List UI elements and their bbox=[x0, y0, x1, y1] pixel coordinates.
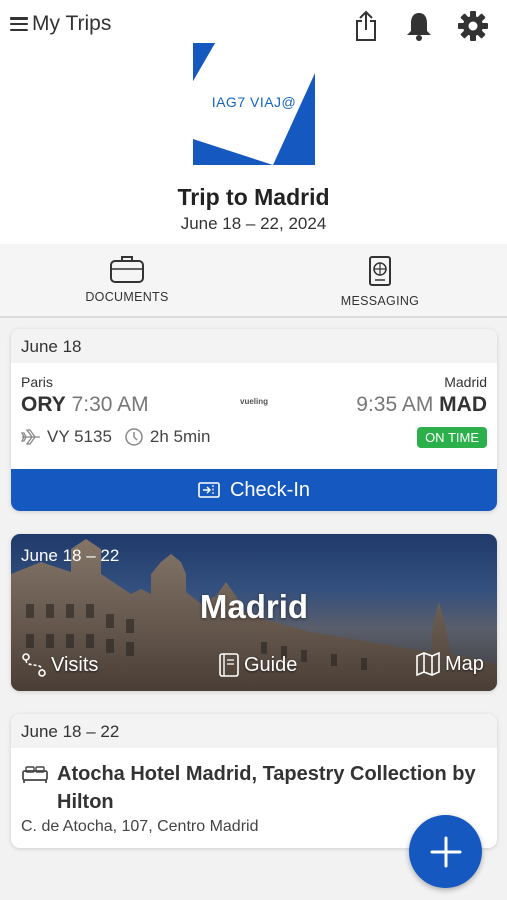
check-in-button[interactable]: Check-In bbox=[11, 469, 497, 511]
tab-bar: DOCUMENTS MESSAGING bbox=[0, 244, 507, 318]
map-button[interactable]: Map bbox=[415, 652, 484, 676]
origin-code: ORY bbox=[21, 393, 66, 416]
briefcase-icon bbox=[110, 256, 144, 283]
top-header: My Trips IAG7 VIAJ@ Trip to Madrid June … bbox=[0, 0, 507, 244]
departure-time: 7:30 AM bbox=[71, 393, 149, 416]
visits-button[interactable]: Visits bbox=[21, 652, 98, 678]
hotel-name: Atocha Hotel Madrid, Tapestry Collection… bbox=[57, 763, 476, 813]
flight-date: June 18 bbox=[11, 329, 497, 363]
passport-icon bbox=[369, 256, 391, 286]
bed-icon bbox=[22, 766, 48, 783]
clock-icon bbox=[125, 428, 143, 446]
map-icon bbox=[416, 652, 440, 676]
destination-card[interactable]: June 18 – 22 Madrid Visits Guide Map bbox=[11, 534, 497, 691]
guide-label: Guide bbox=[244, 653, 298, 676]
tab-messaging[interactable]: MESSAGING bbox=[300, 254, 460, 308]
trip-dates: June 18 – 22, 2024 bbox=[180, 214, 327, 233]
guidebook-icon bbox=[219, 653, 239, 677]
agency-logo: IAG7 VIAJ@ bbox=[193, 43, 315, 165]
airline-logo: vueling bbox=[240, 397, 269, 406]
gear-icon[interactable] bbox=[456, 8, 490, 44]
bell-icon[interactable] bbox=[402, 8, 436, 44]
hotel-dates: June 18 – 22 bbox=[11, 714, 497, 748]
status-badge: ON TIME bbox=[417, 427, 487, 448]
flight-number: VY 5135 bbox=[47, 427, 112, 446]
plane-icon bbox=[21, 429, 40, 445]
boarding-pass-icon bbox=[198, 482, 220, 498]
flight-card[interactable]: June 18 Paris Madrid ORY 7:30 AM vueling… bbox=[11, 329, 497, 511]
origin-city: Paris bbox=[21, 374, 53, 390]
menu-label: My Trips bbox=[32, 12, 112, 35]
arrival-time: 9:35 AM bbox=[356, 393, 434, 416]
my-trips-menu-button[interactable]: My Trips bbox=[10, 12, 111, 36]
destination-code: MAD bbox=[439, 393, 487, 416]
hamburger-icon bbox=[10, 17, 28, 31]
share-icon[interactable] bbox=[349, 8, 383, 44]
flight-duration: 2h 5min bbox=[149, 427, 211, 446]
map-label: Map bbox=[445, 652, 484, 675]
tab-documents[interactable]: DOCUMENTS bbox=[47, 254, 207, 304]
route-icon bbox=[22, 653, 46, 677]
page-title: Trip to Madrid bbox=[177, 184, 330, 210]
check-in-label: Check-In bbox=[229, 478, 311, 501]
visits-label: Visits bbox=[51, 653, 99, 676]
destination-dates: June 18 – 22 bbox=[21, 546, 120, 565]
plus-icon bbox=[430, 836, 461, 867]
tab-messaging-label: MESSAGING bbox=[340, 294, 420, 308]
destination-city-name: Madrid bbox=[199, 588, 309, 625]
tab-documents-label: DOCUMENTS bbox=[85, 290, 169, 304]
add-button[interactable] bbox=[409, 815, 482, 888]
hotel-address: C. de Atocha, 107, Centro Madrid bbox=[21, 818, 259, 835]
logo-text: IAG7 VIAJ@ bbox=[211, 94, 297, 110]
guide-button[interactable]: Guide bbox=[218, 652, 297, 678]
destination-city: Madrid bbox=[444, 374, 487, 390]
